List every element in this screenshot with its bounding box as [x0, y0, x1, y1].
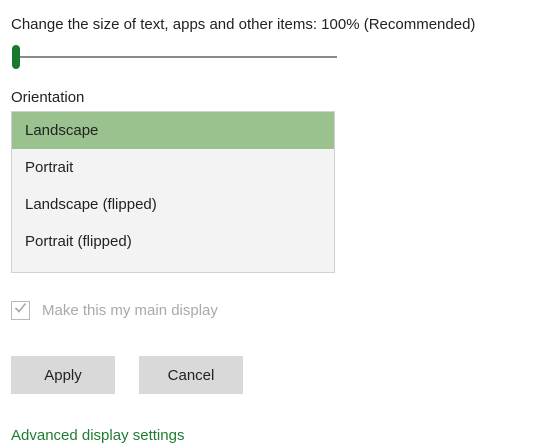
orientation-option-landscape[interactable]: Landscape [12, 112, 334, 149]
main-display-label: Make this my main display [42, 301, 218, 319]
slider-thumb[interactable] [12, 45, 20, 69]
orientation-list[interactable]: Landscape Portrait Landscape (flipped) P… [11, 111, 335, 273]
main-display-checkbox[interactable] [11, 300, 30, 320]
orientation-option-portrait[interactable]: Portrait [12, 149, 334, 186]
orientation-option-portrait-flipped[interactable]: Portrait (flipped) [12, 223, 334, 260]
main-display-checkbox-row[interactable]: Make this my main display [11, 299, 218, 321]
cancel-button[interactable]: Cancel [139, 356, 243, 394]
apply-button[interactable]: Apply [11, 356, 115, 394]
orientation-option-landscape-flipped[interactable]: Landscape (flipped) [12, 186, 334, 223]
scale-slider[interactable] [12, 44, 337, 70]
scale-label: Change the size of text, apps and other … [11, 16, 476, 33]
orientation-label: Orientation [11, 89, 85, 106]
checkmark-icon [14, 301, 27, 319]
slider-track[interactable] [12, 56, 337, 58]
advanced-display-settings-link[interactable]: Advanced display settings [11, 427, 184, 444]
